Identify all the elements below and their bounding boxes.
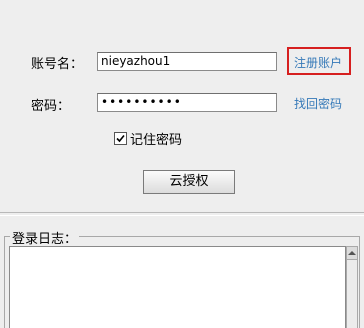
register-link[interactable]: 注册账户 bbox=[294, 54, 342, 71]
checkmark-icon bbox=[116, 134, 125, 142]
remember-password-checkbox[interactable] bbox=[114, 131, 127, 145]
account-label: 账号名： bbox=[31, 57, 84, 72]
login-panel: 账号名： nieyazhou1 注册账户 密码： •••••••••• 找回密码… bbox=[0, 0, 364, 220]
log-title: 登录日志： bbox=[10, 228, 80, 247]
scroll-up-button[interactable] bbox=[347, 247, 357, 260]
cloud-auth-button[interactable]: 云授权 bbox=[143, 170, 235, 194]
log-scrollbar[interactable] bbox=[346, 246, 358, 328]
remember-password-label: 记住密码 bbox=[130, 132, 183, 148]
log-textarea[interactable] bbox=[9, 246, 346, 328]
account-input[interactable]: nieyazhou1 bbox=[97, 52, 277, 71]
password-input[interactable]: •••••••••• bbox=[97, 93, 277, 112]
forgot-password-link[interactable]: 找回密码 bbox=[294, 95, 342, 112]
password-label: 密码： bbox=[31, 99, 71, 114]
scroll-up-arrow-icon bbox=[348, 251, 356, 255]
section-divider bbox=[0, 212, 364, 216]
remember-password-row[interactable]: 记住密码 bbox=[114, 129, 183, 148]
